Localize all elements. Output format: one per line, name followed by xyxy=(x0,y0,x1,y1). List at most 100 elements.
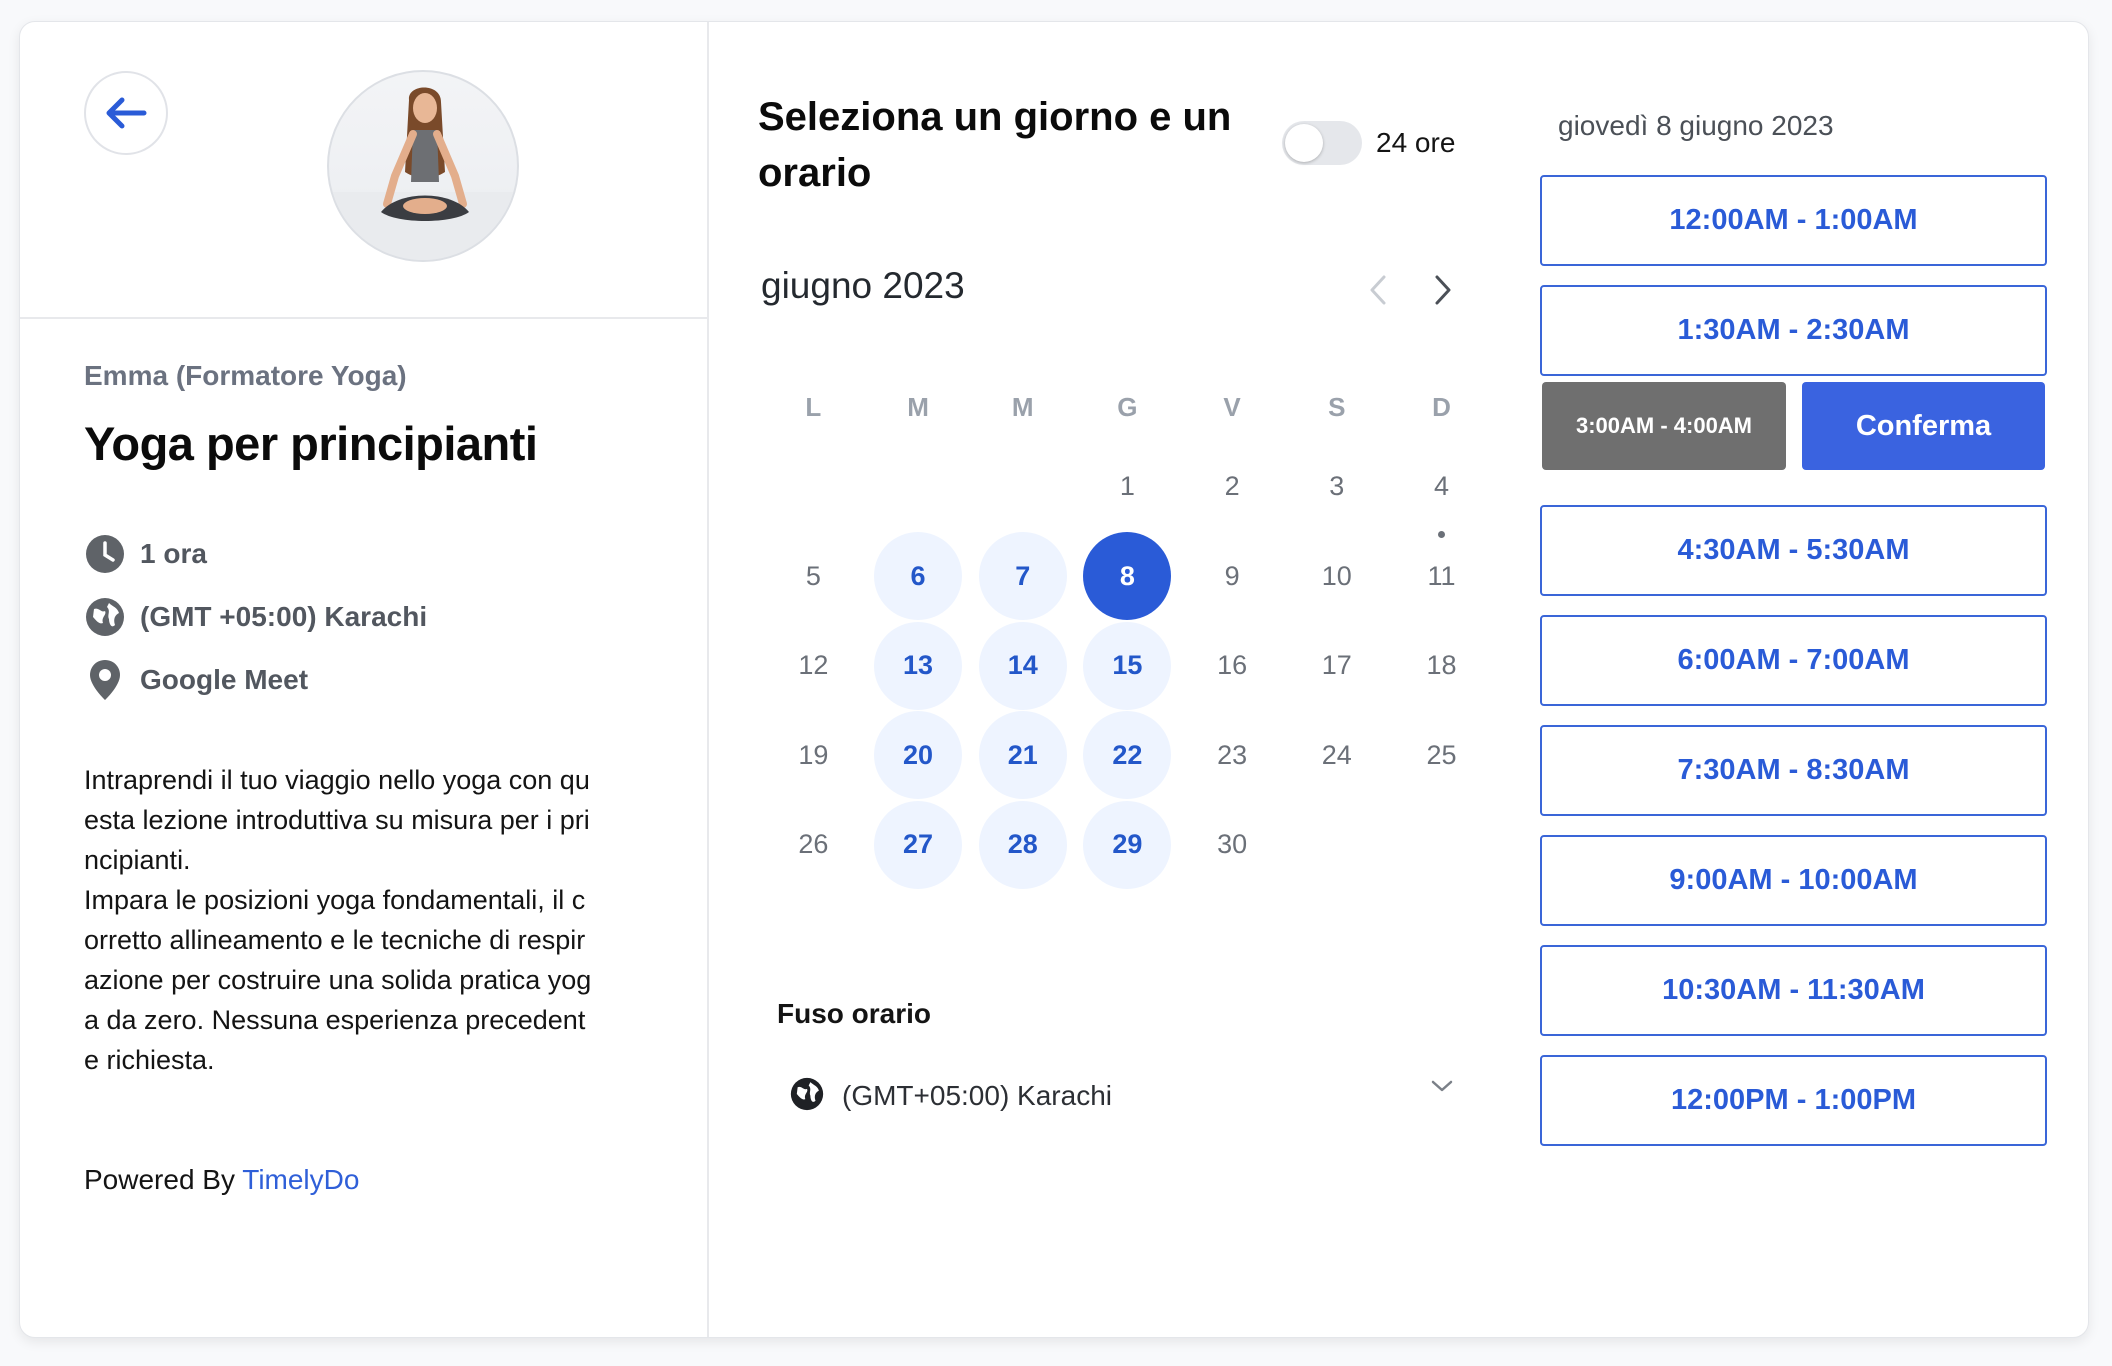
calendar-day[interactable]: 28 xyxy=(970,800,1075,890)
time-slot[interactable]: 4:30AM - 5:30AM xyxy=(1540,505,2047,596)
location-row: Google Meet xyxy=(84,659,308,701)
calendar-day-empty xyxy=(1389,800,1494,890)
calendar-day-number: 16 xyxy=(1217,650,1248,681)
calendar-day-number: 28 xyxy=(978,800,1067,889)
weekday-label: L xyxy=(805,391,822,422)
timezone-text: (GMT +05:00) Karachi xyxy=(140,601,428,632)
time-slot[interactable]: 9:00AM - 10:00AM xyxy=(1540,835,2047,926)
next-month-button[interactable] xyxy=(1423,270,1463,310)
calendar-day-number: 5 xyxy=(805,560,821,591)
calendar-day-number: 21 xyxy=(978,711,1067,800)
calendar-week: 26 27 28 29 30 xyxy=(761,800,1494,890)
calendar-day-number xyxy=(769,443,857,531)
event-header xyxy=(20,22,707,319)
calendar-day[interactable]: 22 xyxy=(1075,711,1180,801)
calendar-day: 24 xyxy=(1284,711,1389,801)
24h-toggle[interactable] xyxy=(1282,121,1362,165)
calendar-day-number: 23 xyxy=(1217,739,1248,770)
calendar-day-number: 2 xyxy=(1224,471,1240,502)
calendar-day-number: 26 xyxy=(798,829,829,860)
calendar-day[interactable]: 13 xyxy=(866,621,971,711)
time-slot-selected[interactable]: 3:00AM - 4:00AM xyxy=(1542,382,1786,470)
calendar-day-number xyxy=(979,443,1067,531)
calendar-day-number: 1 xyxy=(1119,471,1135,502)
timezone-select[interactable]: (GMT+05:00) Karachi xyxy=(790,1072,1454,1120)
time-slot[interactable]: 12:00AM - 1:00AM xyxy=(1540,175,2047,266)
weekday-label: M xyxy=(907,391,929,422)
clock-icon xyxy=(84,533,126,575)
calendar-day[interactable]: 20 xyxy=(866,711,971,801)
calendar-heading: Seleziona un giorno e un orario xyxy=(758,95,1232,195)
calendar-day-number: 6 xyxy=(874,532,963,621)
duration-row: 1 ora xyxy=(84,533,207,575)
calendar-day[interactable]: 29 xyxy=(1075,800,1180,890)
calendar-day-number: 17 xyxy=(1321,650,1352,681)
calendar-day[interactable]: 6 xyxy=(866,532,971,622)
booking-card: Emma (Formatore Yoga) Yoga per principia… xyxy=(19,21,2089,1338)
calendar-day[interactable]: 8 xyxy=(1075,532,1180,622)
calendar-day-number: 12 xyxy=(798,650,829,681)
duration-text: 1 ora xyxy=(140,538,207,569)
weekday-header: LMMGVSD xyxy=(761,372,1494,442)
calendar-day: 4 xyxy=(1389,442,1494,538)
weekday-label: V xyxy=(1223,391,1241,422)
calendar-day-number: 20 xyxy=(874,711,963,800)
calendar-day-number: 9 xyxy=(1224,560,1240,591)
powered-by: Powered By TimelyDo xyxy=(84,1164,359,1196)
calendar-day-empty xyxy=(866,442,971,532)
calendar-day-number: 25 xyxy=(1426,739,1457,770)
calendar-day: 23 xyxy=(1180,711,1285,801)
calendar-day-empty xyxy=(1284,800,1389,890)
location-pin-icon xyxy=(84,659,126,701)
calendar-day: 25 xyxy=(1389,711,1494,801)
weekday-label: M xyxy=(1011,391,1034,422)
calendar-day: 1 xyxy=(1075,442,1180,532)
location-text: Google Meet xyxy=(140,664,309,695)
globe-icon xyxy=(84,596,126,638)
calendar-day[interactable]: 21 xyxy=(970,711,1075,801)
prev-month-button[interactable] xyxy=(1358,270,1398,310)
weekday-label: G xyxy=(1117,391,1138,422)
weekday-label: S xyxy=(1328,391,1346,422)
time-slot[interactable]: 1:30AM - 2:30AM xyxy=(1540,285,2047,376)
calendar-day-number: 15 xyxy=(1083,621,1172,710)
back-button[interactable] xyxy=(84,71,168,155)
calendar-day-number: 3 xyxy=(1329,471,1345,502)
calendar-day[interactable]: 7 xyxy=(970,532,1075,622)
calendar-day-number: 11 xyxy=(1427,560,1456,591)
time-slot[interactable]: 12:00PM - 1:00PM xyxy=(1540,1055,2047,1146)
time-slot[interactable]: 6:00AM - 7:00AM xyxy=(1540,615,2047,706)
calendar-day: 26 xyxy=(761,800,866,890)
timezone-select-value: (GMT+05:00) Karachi xyxy=(842,1080,1112,1111)
calendar-day: 18 xyxy=(1389,621,1494,711)
calendar-grid: L M M G V S D 1 2 3 4 5 6 7 8 9 10 11 12 13 14 15 16 17 18 19 20 21… xyxy=(761,372,1494,890)
24h-toggle-group: 24 ore xyxy=(1282,121,1455,165)
calendar-day-number: 29 xyxy=(1083,800,1172,889)
calendar-day: 30 xyxy=(1180,800,1285,890)
time-slot[interactable]: 10:30AM - 11:30AM xyxy=(1540,945,2047,1036)
confirm-button[interactable]: Conferma xyxy=(1802,382,2045,470)
timezone-label: Fuso orario xyxy=(777,998,932,1029)
calendar-day: 11 xyxy=(1389,532,1494,622)
calendar-day-number: 27 xyxy=(874,800,963,889)
calendar-day: 10 xyxy=(1284,532,1389,622)
event-info-panel: Emma (Formatore Yoga) Yoga per principia… xyxy=(20,22,709,1337)
calendar-day-number: 18 xyxy=(1426,650,1457,681)
calendar-day-number: 4 xyxy=(1433,471,1449,502)
calendar-day: 12 xyxy=(761,621,866,711)
calendar-day: 19 xyxy=(761,711,866,801)
host-name: Emma (Formatore Yoga) xyxy=(84,360,407,391)
powered-prefix: Powered By xyxy=(84,1164,235,1195)
calendar-week: 1 2 3 4 xyxy=(761,442,1494,538)
calendar-day-number: 19 xyxy=(798,739,829,770)
calendar-day[interactable]: 14 xyxy=(970,621,1075,711)
calendar-day[interactable]: 15 xyxy=(1075,621,1180,711)
calendar-day: 17 xyxy=(1284,621,1389,711)
toggle-knob xyxy=(1285,124,1323,162)
calendar-day[interactable]: 27 xyxy=(866,800,971,890)
calendar-day: 16 xyxy=(1180,621,1285,711)
globe-icon xyxy=(790,1077,824,1116)
calendar-day-number: 7 xyxy=(978,532,1067,621)
brand-link[interactable]: TimelyDo xyxy=(242,1164,359,1195)
time-slot[interactable]: 7:30AM - 8:30AM xyxy=(1540,725,2047,816)
